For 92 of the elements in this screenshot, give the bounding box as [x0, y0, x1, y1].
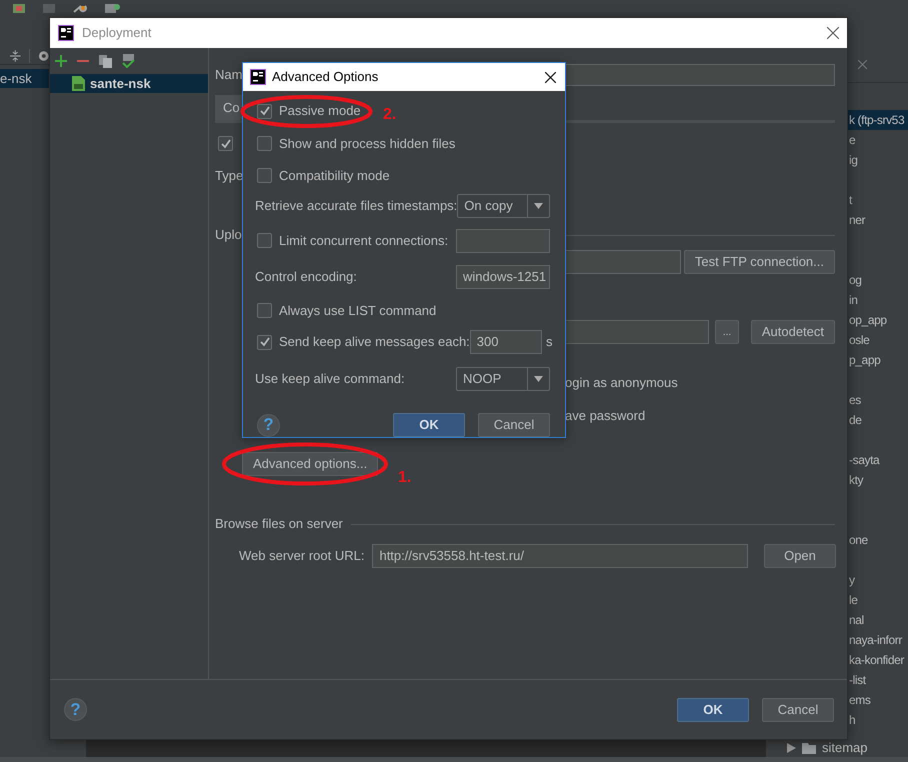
window-title: Deployment: [82, 24, 152, 42]
caret-icon: [534, 202, 543, 209]
tree-item[interactable]: t: [849, 191, 852, 209]
tree-item[interactable]: sitemap: [822, 738, 868, 758]
ok-button[interactable]: OK: [393, 413, 465, 437]
option-label: Use keep alive command:: [255, 371, 405, 386]
tree-item[interactable]: de: [849, 411, 862, 429]
tree-item[interactable]: og: [849, 271, 862, 289]
browse-button[interactable]: ...: [715, 320, 739, 344]
gear-icon[interactable]: [38, 50, 49, 62]
section-label: Uplo: [215, 227, 242, 242]
tree-item[interactable]: kty: [849, 471, 864, 489]
tree-item[interactable]: osle: [849, 331, 870, 349]
option-label: Always use LIST command: [279, 302, 436, 320]
tree-item[interactable]: nal: [849, 611, 864, 629]
tree-item[interactable]: -sayta: [849, 451, 880, 469]
checkbox[interactable]: [257, 303, 272, 318]
option-label: Control encoding:: [255, 268, 357, 284]
folder-icon: [802, 742, 816, 754]
tree-item[interactable]: h: [849, 711, 856, 729]
section-label: Browse files on server: [215, 515, 343, 534]
expand-arrow-icon[interactable]: [787, 743, 796, 753]
path-field[interactable]: [565, 320, 709, 344]
tree-item[interactable]: es: [849, 391, 861, 409]
checkbox[interactable]: [257, 136, 272, 151]
add-icon[interactable]: [55, 55, 67, 67]
field-label: Nam: [215, 67, 242, 82]
window-title: Advanced Options: [272, 68, 380, 86]
wrench-icon[interactable]: [72, 4, 88, 14]
check-icon: [260, 337, 270, 347]
app-logo-icon: [250, 69, 266, 85]
tree-item[interactable]: p_app: [849, 351, 880, 369]
app-logo-icon: [58, 25, 74, 41]
checkbox[interactable]: [257, 233, 272, 248]
tree-item[interactable]: -list: [849, 671, 866, 689]
server-item[interactable]: sante-nsk: [50, 74, 208, 93]
copy-icon[interactable]: [99, 54, 112, 68]
tree-item[interactable]: naya-inforr: [849, 631, 902, 649]
tree-item[interactable]: ig: [849, 151, 858, 169]
tree-item[interactable]: op_app: [849, 311, 887, 329]
checkbox-label: ave password: [565, 407, 646, 425]
close-icon[interactable]: [545, 72, 556, 82]
cancel-button[interactable]: Cancel: [478, 413, 550, 437]
tree-item[interactable]: one: [849, 531, 868, 549]
tree-item[interactable]: y: [849, 571, 855, 589]
tree-item[interactable]: ka-konfider: [849, 651, 904, 669]
url-field[interactable]: http://srv53558.ht-test.ru/: [372, 544, 748, 568]
unit-label: s: [546, 333, 550, 352]
ok-button[interactable]: OK: [677, 698, 749, 722]
tree-item[interactable]: e: [849, 131, 856, 149]
dropdown[interactable]: NOOP: [456, 367, 550, 391]
option-label: Compatibility mode: [279, 166, 390, 185]
save-icon[interactable]: [104, 4, 120, 14]
toolbar-icon[interactable]: [12, 4, 26, 14]
input-field[interactable]: [456, 228, 550, 253]
option-label: Passive mode: [279, 102, 361, 120]
close-icon[interactable]: [827, 27, 839, 39]
option-label: Send keep alive messages each:: [279, 334, 470, 349]
input-field[interactable]: 300: [470, 330, 542, 354]
check-icon: [260, 106, 270, 116]
test-connection-button[interactable]: Test FTP connection...: [684, 250, 835, 274]
name-field[interactable]: [565, 64, 835, 86]
checkbox[interactable]: [257, 334, 272, 350]
field-label: Web server root URL:: [239, 547, 364, 566]
ftp-file-icon: [72, 76, 85, 91]
host-field[interactable]: [565, 250, 681, 274]
option-label: Show and process hidden files: [279, 134, 456, 153]
option-label: Retrieve accurate files timestamps:: [255, 198, 458, 213]
checklist-icon[interactable]: [122, 54, 135, 68]
input-field[interactable]: windows-1251: [456, 264, 550, 289]
cancel-button[interactable]: Cancel: [762, 698, 834, 722]
collapse-icon[interactable]: [10, 50, 21, 62]
checkbox[interactable]: [257, 104, 272, 119]
tree-item[interactable]: le: [849, 591, 858, 609]
field-label: Type: [215, 167, 244, 186]
checkbox-label: ogin as anonymous: [565, 374, 679, 392]
option-label: Limit concurrent connections:: [279, 232, 448, 248]
dropdown[interactable]: On copy: [457, 194, 550, 218]
advanced-options-button[interactable]: Advanced options...: [242, 452, 378, 476]
help-button[interactable]: ?: [64, 698, 87, 721]
annotation-number: 2.: [383, 105, 396, 125]
checkbox[interactable]: [218, 136, 233, 151]
annotation-number: 1.: [398, 468, 412, 488]
caret-icon: [534, 376, 543, 382]
help-button[interactable]: ?: [257, 414, 280, 436]
check-icon: [220, 138, 230, 148]
tree-item[interactable]: ner: [849, 211, 866, 229]
open-button[interactable]: Open: [764, 544, 836, 568]
tree-item[interactable]: in: [849, 291, 858, 309]
autodetect-button[interactable]: Autodetect: [750, 320, 835, 344]
tree-item[interactable]: ems: [849, 691, 870, 709]
checkbox[interactable]: [257, 168, 272, 184]
